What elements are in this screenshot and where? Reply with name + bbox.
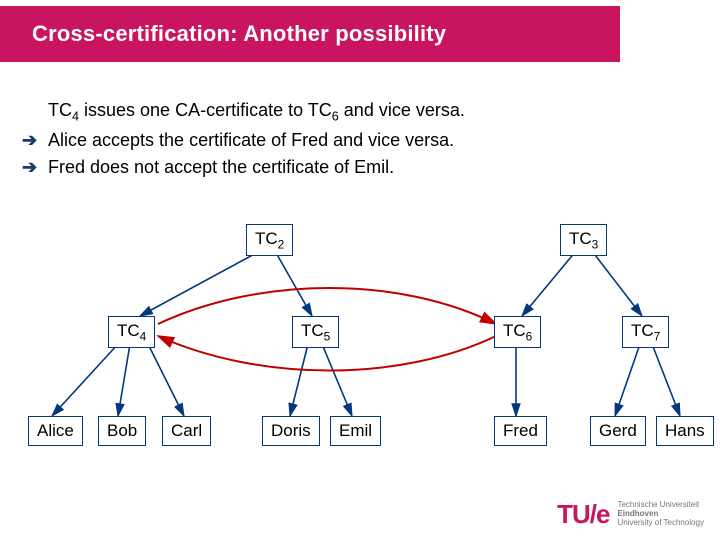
body-text: TC4 issues one CA-certificate to TC6 and… xyxy=(22,100,698,184)
slide-title: Cross-certification: Another possibility xyxy=(32,21,446,47)
node-tc4: TC4 xyxy=(108,316,155,348)
node-emil: Emil xyxy=(330,416,381,446)
arrow-bullet-icon: ➔ xyxy=(22,157,48,178)
node-bob: Bob xyxy=(98,416,146,446)
node-tc2: TC2 xyxy=(246,224,293,256)
node-doris: Doris xyxy=(262,416,320,446)
logo-text: Technische Universiteit Eindhoven Univer… xyxy=(617,501,704,527)
body-line-1: TC4 issues one CA-certificate to TC6 and… xyxy=(22,100,698,124)
arrow-bullet-icon: ➔ xyxy=(22,130,48,151)
tree-diagram: TC2 TC3 TC4 TC5 TC6 TC7 Alice Bob Carl D… xyxy=(0,216,720,476)
node-fred: Fred xyxy=(494,416,547,446)
node-alice: Alice xyxy=(28,416,83,446)
node-tc6: TC6 xyxy=(494,316,541,348)
node-tc7: TC7 xyxy=(622,316,669,348)
logo-mark: TU/e xyxy=(557,499,609,530)
node-hans: Hans xyxy=(656,416,714,446)
node-carl: Carl xyxy=(162,416,211,446)
body-line-2: ➔ Alice accepts the certificate of Fred … xyxy=(22,130,698,151)
node-tc3: TC3 xyxy=(560,224,607,256)
university-logo: TU/e Technische Universiteit Eindhoven U… xyxy=(557,499,704,530)
body-line-3: ➔ Fred does not accept the certificate o… xyxy=(22,157,698,178)
node-gerd: Gerd xyxy=(590,416,646,446)
title-bar: Cross-certification: Another possibility xyxy=(0,6,620,62)
node-tc5: TC5 xyxy=(292,316,339,348)
